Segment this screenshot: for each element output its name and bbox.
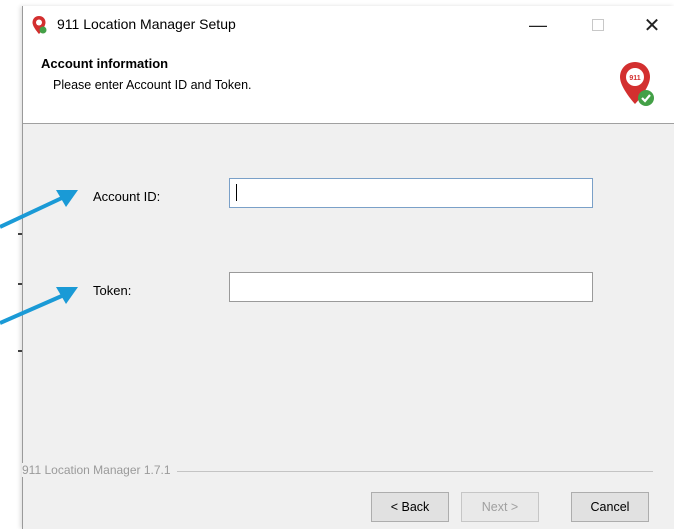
back-button[interactable]: < Back	[371, 492, 449, 522]
background-desktop	[0, 0, 24, 529]
annotation-arrow-account	[0, 190, 78, 229]
token-input[interactable]	[229, 272, 593, 302]
setup-dialog: 911 Location Manager Setup — ✕ Account i…	[22, 6, 674, 529]
wizard-body: Account ID: Token: 911 Location Manager …	[22, 124, 674, 529]
account-id-label: Account ID:	[93, 189, 161, 204]
text-caret	[236, 184, 237, 201]
annotation-arrow-token	[0, 287, 78, 325]
next-button: Next >	[461, 492, 539, 522]
token-label: Token:	[93, 283, 132, 298]
close-button[interactable]: ✕	[629, 6, 674, 44]
page-title: Account information	[41, 56, 169, 71]
title-bar[interactable]: 911 Location Manager Setup — ✕	[23, 6, 674, 44]
maximize-button	[575, 6, 621, 44]
window-title: 911 Location Manager Setup	[57, 16, 236, 32]
svg-text:911: 911	[629, 75, 640, 82]
version-divider: 911 Location Manager 1.7.1	[22, 463, 663, 479]
page-subtitle: Please enter Account ID and Token.	[53, 78, 252, 92]
minimize-icon: —	[529, 14, 547, 35]
wizard-header: Account information Please enter Account…	[23, 44, 674, 124]
cancel-button[interactable]: Cancel	[571, 492, 649, 522]
911-pin-check-icon: 911	[620, 62, 654, 106]
maximize-icon	[592, 19, 604, 31]
minimize-button[interactable]: —	[515, 6, 561, 44]
version-label: 911 Location Manager 1.7.1	[22, 463, 177, 477]
close-icon: ✕	[643, 14, 661, 37]
account-id-input[interactable]	[229, 178, 593, 208]
app-pin-icon	[32, 16, 47, 34]
